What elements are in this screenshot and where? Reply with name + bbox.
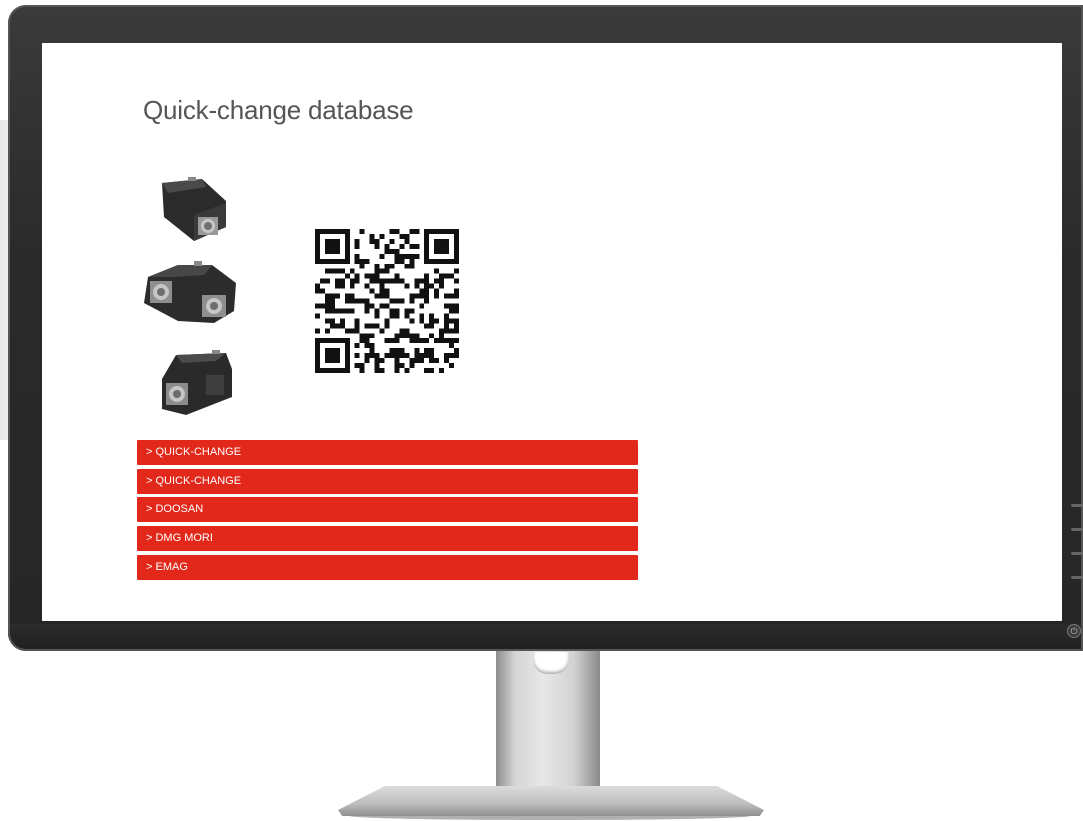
monitor-stand-base <box>338 786 764 816</box>
manufacturer-menu: > QUICK-CHANGE > QUICK-CHANGE > DOOSAN >… <box>137 440 638 583</box>
monitor-side-button[interactable] <box>1071 528 1083 531</box>
monitor-screen: Quick-change database > QUICK-CHANGE > Q… <box>42 43 1062 621</box>
quick-change-double-image <box>144 261 236 323</box>
page-title: Quick-change database <box>143 95 414 125</box>
monitor-side-button[interactable] <box>1071 504 1083 507</box>
quick-change-block-image <box>162 177 226 241</box>
monitor-side-button[interactable] <box>1071 552 1083 555</box>
monitor-side-button[interactable] <box>1071 576 1083 579</box>
menu-item-doosan[interactable]: > DOOSAN <box>137 497 638 523</box>
cable-hole <box>533 652 569 674</box>
menu-item-quick-change[interactable]: > QUICK-CHANGE <box>137 468 638 494</box>
menu-item-dmg-mori[interactable]: > DMG MORI <box>137 526 638 552</box>
power-icon[interactable]: ⏻ <box>1067 624 1081 638</box>
monitor-chin <box>8 624 1083 651</box>
quick-change-angle-image <box>162 350 232 415</box>
menu-item-emag[interactable]: > EMAG <box>137 554 638 580</box>
menu-item-quick-change[interactable]: > QUICK-CHANGE <box>137 440 638 465</box>
qr-code-icon <box>315 229 459 373</box>
